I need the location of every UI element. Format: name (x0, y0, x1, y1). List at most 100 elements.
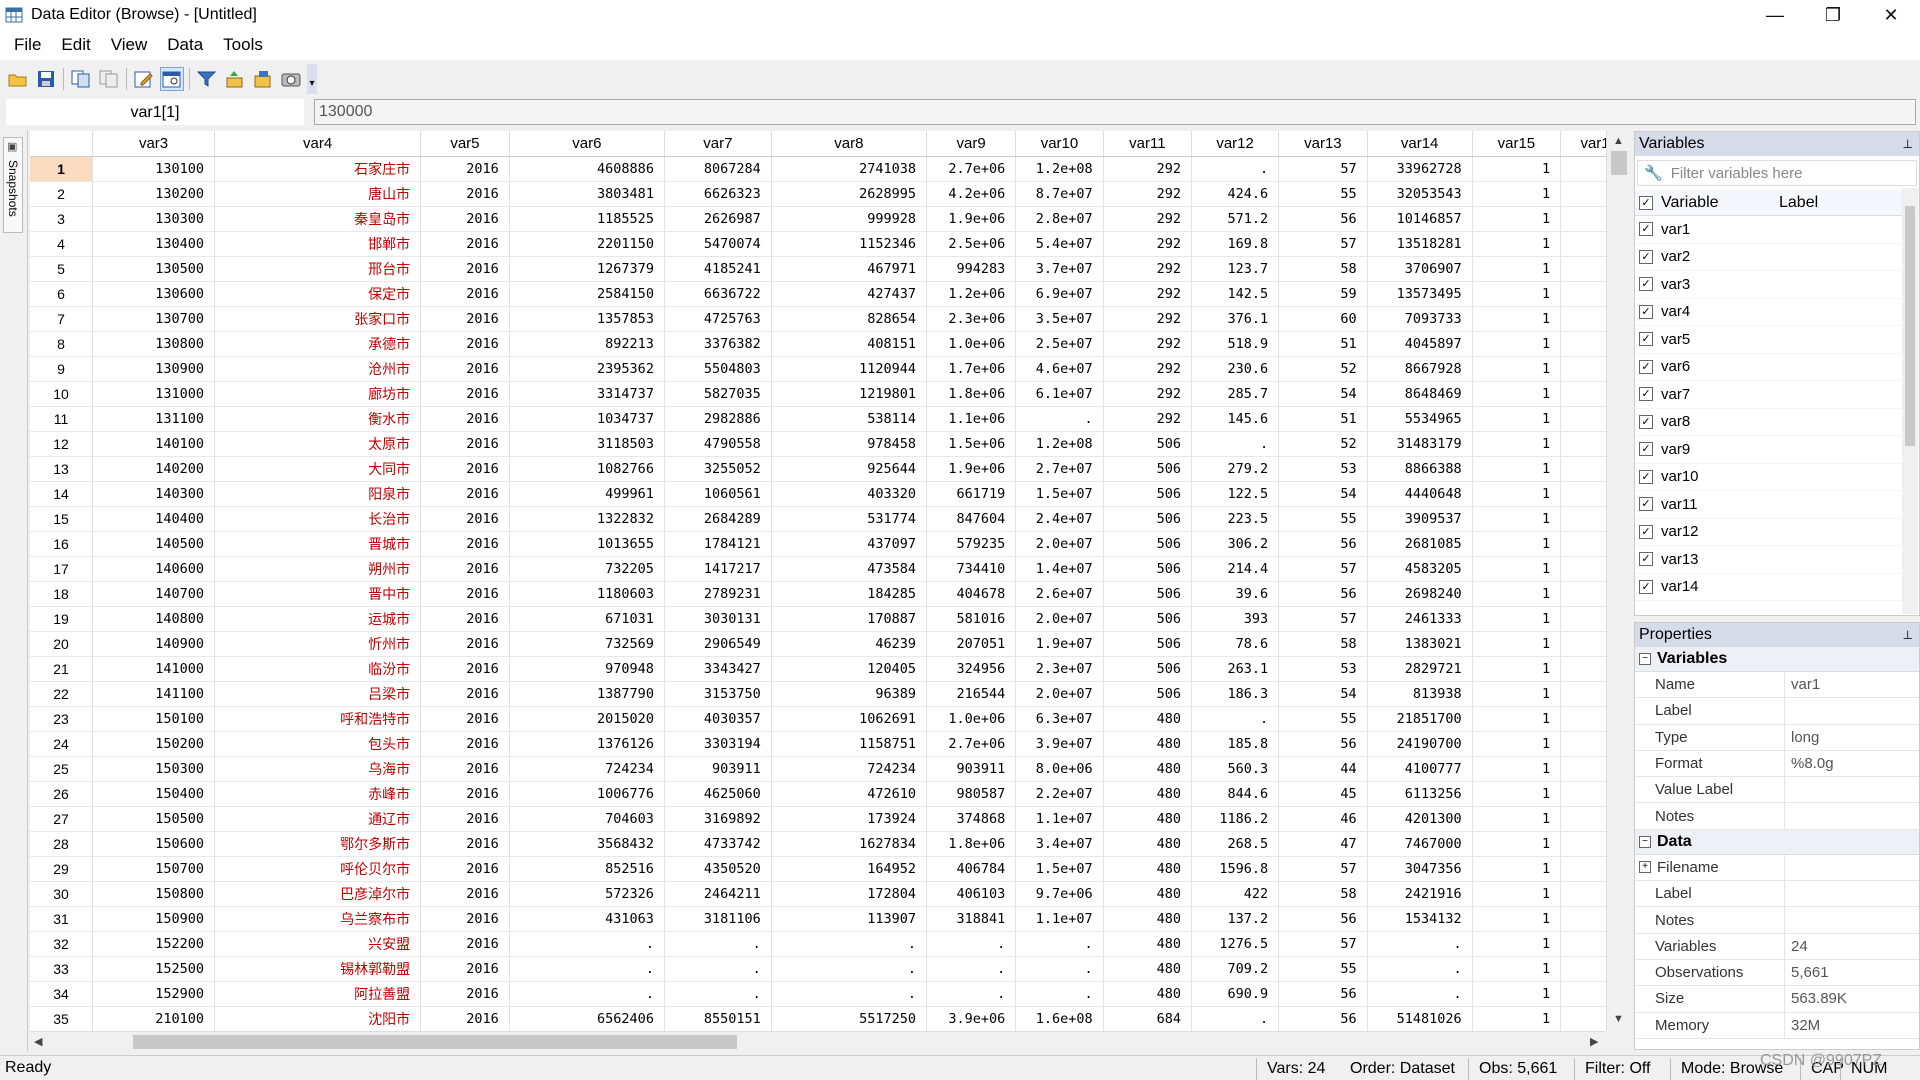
column-header[interactable]: var15 (1472, 131, 1562, 157)
table-cell[interactable]: 150700 (92, 856, 216, 882)
table-cell[interactable]: 57 (1278, 606, 1368, 632)
table-cell[interactable]: 531774 (771, 506, 927, 532)
table-cell-string[interactable]: 朔州市 (214, 556, 422, 582)
variable-checkbox[interactable]: ✓ (1639, 249, 1653, 264)
browse-icon[interactable] (160, 67, 184, 91)
copy-icon[interactable] (69, 67, 93, 91)
table-cell[interactable]: 1 (1472, 781, 1562, 807)
table-cell[interactable]: 1276.5 (1191, 931, 1280, 957)
table-cell[interactable]: . (509, 931, 665, 957)
table-cell[interactable]: 53 (1278, 656, 1368, 682)
table-cell[interactable]: 4350520 (664, 856, 772, 882)
collapse-icon[interactable]: − (1639, 653, 1651, 665)
table-cell[interactable]: 6636722 (664, 281, 772, 307)
table-cell[interactable]: 292 (1103, 181, 1193, 207)
row-number[interactable]: 6 (30, 281, 94, 307)
table-cell[interactable]: 671031 (509, 606, 665, 632)
variables-list-scrollbar[interactable] (1902, 188, 1918, 614)
table-cell[interactable]: 2016 (420, 206, 510, 232)
table-cell[interactable]: 3.4e+07 (1015, 831, 1104, 857)
table-row[interactable]: 6 130600 保定市 2016 2584150 6636722 427437 1.2e+0… (30, 281, 1630, 307)
table-row[interactable]: 11 131100 衡水市 2016 1034737 2982886 538114 1.1e+… (30, 406, 1630, 432)
table-cell[interactable]: 684 (1103, 1006, 1193, 1031)
table-cell[interactable]: 150300 (92, 756, 216, 782)
table-cell[interactable]: . (509, 981, 665, 1007)
variable-checkbox[interactable]: ✓ (1639, 579, 1653, 594)
properties-section-data[interactable]: − Data (1635, 829, 1919, 855)
table-cell[interactable]: 52 (1278, 356, 1368, 382)
table-cell[interactable]: 263.1 (1191, 656, 1280, 682)
column-header[interactable]: var5 (420, 131, 510, 157)
table-cell[interactable]: 376.1 (1191, 306, 1280, 332)
table-cell[interactable]: 1186.2 (1191, 806, 1280, 832)
row-number[interactable]: 34 (30, 981, 94, 1007)
table-cell[interactable]: . (1367, 956, 1473, 982)
variable-checkbox[interactable]: ✓ (1639, 524, 1653, 539)
property-row[interactable]: Label (1635, 698, 1919, 725)
table-cell[interactable]: 2016 (420, 406, 510, 432)
table-cell[interactable]: 306.2 (1191, 531, 1280, 557)
variable-list-item[interactable]: ✓ var4 (1635, 299, 1919, 326)
table-cell[interactable]: 130200 (92, 181, 216, 207)
table-cell[interactable]: 2016 (420, 931, 510, 957)
table-cell[interactable]: . (1367, 931, 1473, 957)
table-cell[interactable]: 431063 (509, 906, 665, 932)
variable-list-item[interactable]: ✓ var7 (1635, 381, 1919, 409)
table-row[interactable]: 30 150800 巴彦淖尔市 2016 572326 2464211 172804 4061… (30, 881, 1630, 907)
table-cell[interactable]: 732205 (509, 556, 665, 582)
table-cell[interactable]: 1 (1472, 731, 1562, 757)
column-header[interactable]: var7 (664, 131, 772, 157)
table-row[interactable]: 10 131000 廊坊市 2016 3314737 5827035 1219801 1.8e… (30, 381, 1630, 407)
table-cell[interactable]: 2016 (420, 806, 510, 832)
column-header[interactable]: var3 (92, 131, 216, 157)
row-number[interactable]: 29 (30, 856, 94, 882)
table-cell-string[interactable]: 运城市 (214, 606, 422, 632)
table-cell[interactable]: 1627834 (771, 831, 927, 857)
table-cell[interactable]: 51481026 (1367, 1006, 1473, 1031)
row-number[interactable]: 28 (30, 831, 94, 857)
table-cell[interactable]: 480 (1103, 806, 1193, 832)
row-number[interactable]: 4 (30, 231, 94, 257)
variable-list-item[interactable]: ✓ var3 (1635, 271, 1919, 299)
table-cell[interactable]: 506 (1103, 456, 1193, 482)
menu-view[interactable]: View (101, 35, 158, 55)
variable-list-item[interactable]: ✓ var13 (1635, 546, 1919, 574)
table-cell[interactable]: 292 (1103, 356, 1193, 382)
table-cell[interactable]: 5.4e+07 (1015, 231, 1104, 257)
table-cell[interactable]: 268.5 (1191, 831, 1280, 857)
table-cell[interactable]: 59 (1278, 281, 1368, 307)
table-cell-string[interactable]: 晋中市 (214, 581, 422, 607)
table-cell[interactable]: 852516 (509, 856, 665, 882)
table-cell[interactable]: 4733742 (664, 831, 772, 857)
table-cell[interactable]: 1 (1472, 281, 1562, 307)
properties-icon[interactable] (251, 67, 275, 91)
table-cell[interactable]: 709.2 (1191, 956, 1280, 982)
table-cell[interactable]: 292 (1103, 206, 1193, 232)
table-cell[interactable]: . (926, 956, 1017, 982)
table-cell[interactable]: 13573495 (1367, 281, 1473, 307)
cell-name-box[interactable]: var1[1] (6, 99, 304, 125)
table-cell[interactable]: 140400 (92, 506, 216, 532)
table-cell[interactable]: 1.5e+07 (1015, 481, 1104, 507)
table-cell[interactable]: 8550151 (664, 1006, 772, 1031)
table-cell[interactable]: 4608886 (509, 156, 665, 182)
table-cell[interactable]: 2829721 (1367, 656, 1473, 682)
table-cell[interactable]: 2016 (420, 556, 510, 582)
row-number[interactable]: 15 (30, 506, 94, 532)
table-cell[interactable]: . (509, 956, 665, 982)
table-cell[interactable]: 54 (1278, 381, 1368, 407)
table-cell[interactable]: 374868 (926, 806, 1017, 832)
row-number[interactable]: 3 (30, 206, 94, 232)
table-row[interactable]: 33 152500 锡林郭勒盟 2016..... 480 709.2 55. 1 (30, 956, 1630, 982)
table-cell[interactable]: 1322832 (509, 506, 665, 532)
table-cell[interactable]: 506 (1103, 431, 1193, 457)
table-cell[interactable]: 690.9 (1191, 981, 1280, 1007)
table-cell-string[interactable]: 张家口市 (214, 306, 422, 332)
table-cell-string[interactable]: 承德市 (214, 331, 422, 357)
table-cell[interactable]: 131000 (92, 381, 216, 407)
scroll-up-icon[interactable]: ▲ (1613, 135, 1624, 147)
table-cell[interactable]: 57 (1278, 156, 1368, 182)
menu-data[interactable]: Data (157, 35, 213, 55)
table-cell[interactable]: 58 (1278, 631, 1368, 657)
table-cell[interactable]: 279.2 (1191, 456, 1280, 482)
